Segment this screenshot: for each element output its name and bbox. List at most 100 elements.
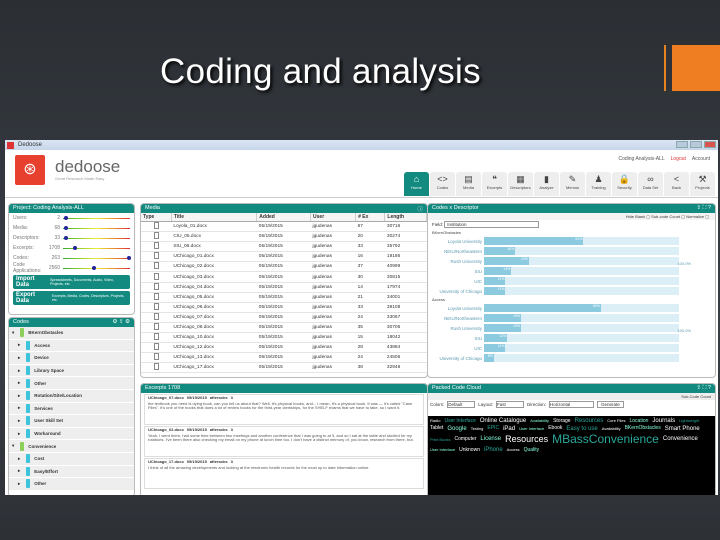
- nav-home[interactable]: ⌂ Home: [404, 172, 429, 196]
- column-header[interactable]: Length: [384, 213, 427, 222]
- bar[interactable]: 16%: [484, 247, 516, 255]
- expand-arrow-icon[interactable]: ▸: [18, 342, 20, 348]
- checkbox[interactable]: ▢: [704, 214, 709, 219]
- cloud-word[interactable]: Resources: [575, 418, 604, 425]
- code-item[interactable]: ▾ BKernObstacles: [9, 327, 134, 340]
- code-item[interactable]: ▾ Convenience: [9, 440, 134, 453]
- cloud-word[interactable]: Access: [507, 448, 520, 453]
- cloud-word[interactable]: Core Files: [607, 418, 625, 423]
- bar[interactable]: 11%: [484, 344, 506, 352]
- codes-tools-icon[interactable]: ⚙ ⇪ ⚙: [112, 319, 130, 326]
- bar[interactable]: 23%: [484, 257, 529, 265]
- cloud-word[interactable]: Smart Phone: [665, 426, 700, 433]
- nav-analyze[interactable]: ▮ Analyze: [534, 172, 559, 196]
- export-data-button[interactable]: Export Data Excerpts, Media, Codes, Descr…: [13, 291, 130, 305]
- expand-arrow-icon[interactable]: ▸: [18, 431, 20, 437]
- column-header[interactable]: # Ex: [355, 213, 386, 222]
- code-item[interactable]: ▸ Library Space: [9, 364, 134, 378]
- cloud-word[interactable]: Radio: [430, 418, 440, 423]
- subcode-count-toggle[interactable]: Sub-Code Count: [428, 393, 715, 400]
- close-button[interactable]: [704, 141, 716, 148]
- expand-arrow-icon[interactable]: ▸: [18, 355, 20, 361]
- code-item[interactable]: ▸ Device: [9, 352, 134, 365]
- cloud-word[interactable]: Google: [447, 426, 466, 433]
- code-item[interactable]: ▸ User Skill Set: [9, 415, 134, 428]
- table-row[interactable]: UChicago_08.docx 05/19/2015 jgudenas 35 3070…: [141, 322, 427, 334]
- panel-tools-icon[interactable]: ⇪ ⛶ ?: [696, 205, 711, 212]
- code-item[interactable]: ▸ Rotation/Site/Location: [9, 389, 134, 403]
- code-item[interactable]: ▸ Services: [9, 402, 134, 416]
- direction-select[interactable]: Horizontal: [549, 401, 595, 408]
- account-link[interactable]: Account: [692, 156, 710, 162]
- cloud-word[interactable]: Quality: [524, 447, 540, 454]
- bar[interactable]: 11%: [484, 277, 506, 285]
- table-row[interactable]: UChicago_12.docx 05/19/2015 jgudenas 28 4388…: [141, 342, 427, 354]
- cloud-word[interactable]: Location: [630, 418, 649, 425]
- cloud-word[interactable]: Ebook: [548, 426, 562, 432]
- excerpt-card[interactable]: UChicago_07.docx 05/19/2015 afterocks 3 the …: [144, 394, 424, 425]
- bar[interactable]: 19%: [484, 314, 522, 322]
- excerpt-card[interactable]: UChicago_02.docx 05/19/2015 afterocks 3 Yeah…: [144, 426, 424, 457]
- bar[interactable]: 51%: [484, 237, 584, 245]
- table-row[interactable]: UChicago_05.docx 05/19/2015 jgudenas 21 3400…: [141, 292, 427, 303]
- cloud-word[interactable]: Tablet: [430, 426, 443, 432]
- table-row[interactable]: SIU_06.docx 05/19/2015 jgudenas 33 35792: [141, 241, 427, 253]
- code-item[interactable]: ▸ Access: [9, 339, 134, 353]
- nav-media[interactable]: ▤ Media: [456, 172, 481, 196]
- code-item[interactable]: ▸ Other: [9, 377, 134, 390]
- cloud-word[interactable]: Testing: [471, 426, 484, 431]
- table-row[interactable]: UChicago_04.docx 05/19/2015 jgudenas 14 1797…: [141, 282, 427, 293]
- cloud-word[interactable]: Convenience: [663, 436, 698, 443]
- table-row[interactable]: Loyola_01.docx 05/19/2015 jgudenas 67 30716: [141, 221, 427, 233]
- nav-training[interactable]: ♟ Training: [586, 172, 611, 196]
- option-2[interactable]: Normalize: [686, 214, 704, 219]
- option-0[interactable]: Hide Blank: [626, 214, 645, 219]
- nav-excerpts[interactable]: ❝ Excerpts: [482, 172, 507, 196]
- expand-arrow-icon[interactable]: ▸: [18, 368, 20, 374]
- cloud-word[interactable]: Journals: [652, 418, 675, 425]
- cloud-word[interactable]: MBassConvenience: [552, 432, 659, 446]
- table-row[interactable]: UChicago_01.docx 05/19/2015 jgudenas 16 1918…: [141, 251, 427, 263]
- cloud-word[interactable]: User Interface: [444, 418, 475, 425]
- column-header[interactable]: Type: [141, 213, 172, 222]
- cloud-word[interactable]: User Interface: [519, 426, 544, 431]
- excerpt-card[interactable]: UChicago_17.docx 05/19/2015 afterocks 3 I th…: [144, 458, 424, 489]
- field-select[interactable]: Institution: [444, 221, 540, 228]
- nav-security[interactable]: 🔒 Security: [612, 172, 637, 196]
- code-item[interactable]: ▸ Cost: [9, 452, 134, 466]
- cloud-word[interactable]: iPhone: [484, 447, 503, 454]
- panel-tools-icon[interactable]: ⇪ ⛶ ?: [696, 385, 711, 392]
- cloud-word[interactable]: EPIC: [487, 426, 499, 432]
- cloud-word[interactable]: BKernObstacles: [625, 426, 661, 432]
- bar[interactable]: 11%: [484, 287, 506, 295]
- cloud-word[interactable]: Lightweight: [679, 418, 699, 423]
- column-header[interactable]: Title: [171, 213, 258, 222]
- code-item[interactable]: ▸ Easy/Effort: [9, 465, 134, 479]
- maximize-button[interactable]: [690, 141, 702, 148]
- expand-arrow-icon[interactable]: ▸: [18, 405, 20, 411]
- nav-codes[interactable]: <> Codes: [430, 172, 455, 196]
- nav-descriptors[interactable]: ▦ Descriptors: [508, 172, 533, 196]
- cloud-word[interactable]: Print Books: [430, 437, 450, 442]
- generate-button[interactable]: Generate: [597, 401, 624, 408]
- expand-arrow-icon[interactable]: ▸: [18, 418, 20, 424]
- colors-select[interactable]: Default: [447, 401, 476, 408]
- column-header[interactable]: Added: [256, 213, 312, 222]
- column-header[interactable]: User: [310, 213, 357, 222]
- info-icon[interactable]: ⓘ: [417, 205, 423, 213]
- expand-arrow-icon[interactable]: ▾: [12, 330, 14, 336]
- bar[interactable]: 60%: [484, 304, 601, 312]
- nav-back[interactable]: < Back: [664, 172, 689, 196]
- table-row[interactable]: UChicago_10.docx 05/19/2015 jgudenas 15 1804…: [141, 332, 427, 344]
- cloud-word[interactable]: Resources: [505, 434, 548, 445]
- cloud-word[interactable]: Storage: [553, 418, 571, 425]
- expand-arrow-icon[interactable]: ▸: [18, 456, 20, 462]
- cloud-word[interactable]: Computer: [454, 437, 476, 443]
- cloud-word[interactable]: Online Catalogue: [480, 418, 526, 425]
- expand-arrow-icon[interactable]: ▸: [18, 468, 20, 474]
- cloud-word[interactable]: Availability: [602, 426, 621, 431]
- cloud-word[interactable]: Availability: [530, 418, 549, 423]
- table-row[interactable]: UChicago_13.docx 05/19/2015 jgudenas 24 2450…: [141, 352, 427, 364]
- option-1[interactable]: Sub-code Count: [651, 214, 680, 219]
- table-row[interactable]: UChicago_03.docx 05/19/2015 jgudenas 30 3081…: [141, 271, 427, 283]
